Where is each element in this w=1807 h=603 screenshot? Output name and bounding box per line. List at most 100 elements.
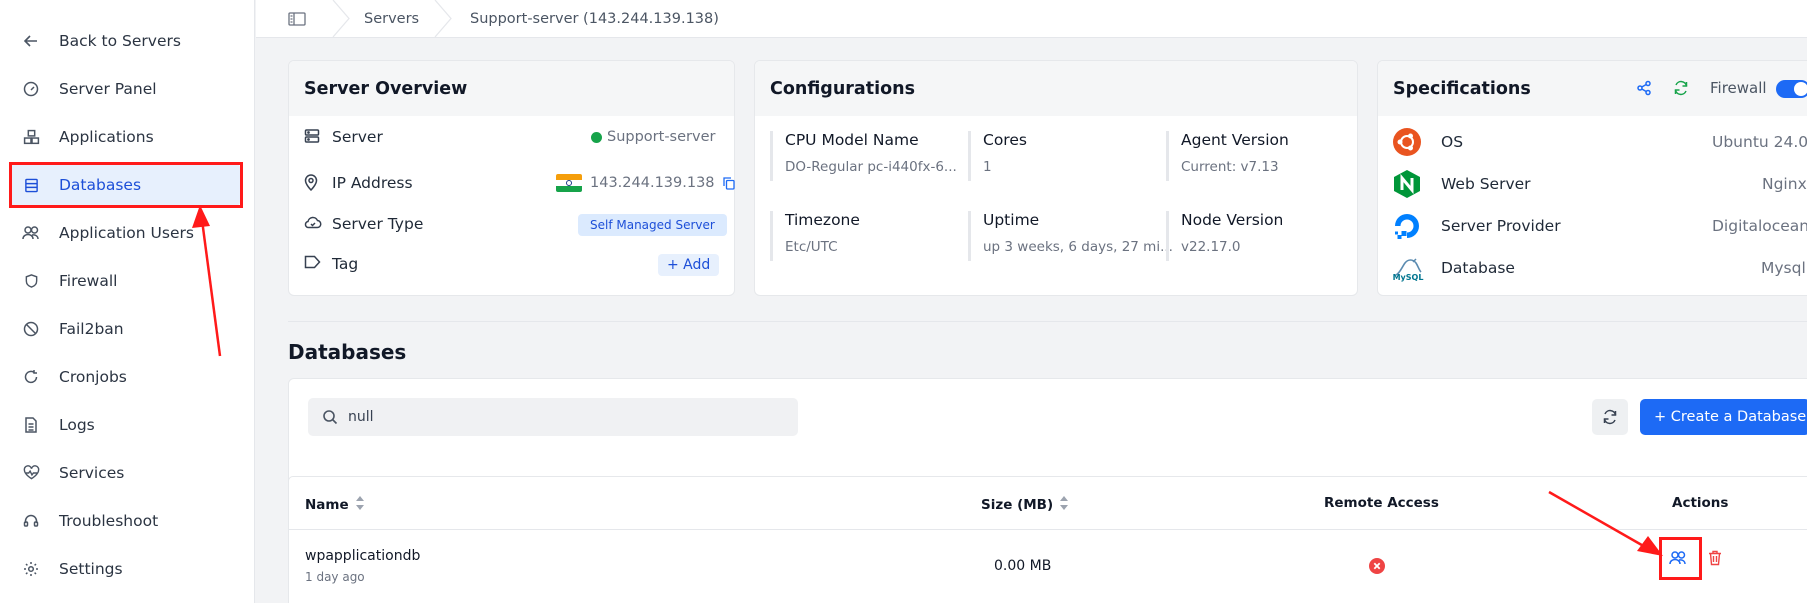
server-label: Server	[332, 128, 383, 146]
remote-access-disabled-icon	[1369, 558, 1385, 578]
sidebar-item-settings[interactable]: Settings	[10, 548, 240, 590]
timezone-config: Timezone Etc/UTC	[770, 211, 860, 261]
sidebar-item-server-panel[interactable]: Server Panel	[10, 68, 240, 110]
column-actions: Actions	[1672, 495, 1729, 511]
agent-label: Agent Version	[1181, 131, 1289, 149]
databases-title: Databases	[288, 340, 407, 364]
ubuntu-logo-icon	[1392, 127, 1422, 157]
cubes-icon	[22, 128, 40, 146]
headset-icon	[22, 512, 40, 530]
sidebar-item-label: Application Users	[59, 224, 194, 242]
ip-address: 143.244.139.138	[590, 175, 715, 191]
cores-value: 1	[983, 159, 992, 175]
uptime-config: Uptime up 3 weeks, 6 days, 27 mi...	[968, 211, 1173, 261]
cpu-value: DO-Regular pc-i440fx-6...	[785, 159, 957, 175]
card-title: Server Overview	[289, 61, 734, 116]
server-type-badge: Self Managed Server	[578, 214, 727, 236]
red-arrow	[1548, 490, 1663, 556]
sidebar-item-cronjobs[interactable]: Cronjobs	[10, 356, 240, 398]
database-icon	[22, 176, 40, 194]
file-icon	[22, 416, 40, 434]
uptime-label: Uptime	[983, 211, 1040, 229]
breadcrumb-servers[interactable]: Servers	[364, 0, 419, 37]
ip-row: IP Address	[304, 174, 413, 192]
sidebar-item-label: Fail2ban	[59, 320, 124, 338]
db-name: wpapplicationdb	[305, 548, 421, 564]
sidebar-item-label: Server Panel	[59, 80, 157, 98]
mysql-logo-text: MySQL	[1392, 272, 1424, 282]
cores-config: Cores 1	[968, 131, 1027, 181]
sidebar-item-label: Troubleshoot	[59, 512, 159, 530]
card-title: Configurations	[755, 61, 1357, 116]
os-label: OS	[1441, 133, 1464, 151]
breadcrumb-current: Support-server (143.244.139.138)	[470, 10, 719, 27]
sync-icon[interactable]	[1673, 80, 1689, 100]
copy-icon[interactable]	[722, 176, 735, 190]
db-created: 1 day ago	[305, 570, 365, 584]
column-name-label: Name	[305, 497, 349, 513]
server-icon	[304, 128, 322, 146]
server-row: Server	[304, 128, 383, 146]
refresh-icon	[1602, 409, 1618, 425]
sort-icon	[355, 495, 365, 515]
sidebar-item-services[interactable]: Services	[10, 452, 240, 494]
sidebar-item-label: Back to Servers	[59, 32, 181, 50]
server-type-label: Server Type	[332, 215, 424, 233]
sidebar-item-label: Services	[59, 464, 125, 482]
node-label: Node Version	[1181, 211, 1284, 229]
server-name: Support-server	[607, 129, 716, 145]
provider-label: Server Provider	[1441, 217, 1561, 235]
cpu-config: CPU Model Name DO-Regular pc-i440fx-6...	[770, 131, 957, 181]
add-tag-button[interactable]: + Add	[658, 254, 720, 276]
search-input[interactable]	[348, 409, 768, 425]
chevron-separator-icon	[434, 0, 452, 37]
node-config: Node Version v22.17.0	[1166, 211, 1283, 261]
column-remote-access: Remote Access	[1324, 495, 1439, 511]
tag-add: + Add	[658, 254, 720, 276]
sidebar-item-label: Databases	[59, 176, 142, 194]
cloud-icon	[304, 215, 322, 233]
agent-value: Current: v7.13	[1181, 159, 1279, 175]
web-server-value: Nginx	[1762, 175, 1807, 193]
red-arrow	[192, 205, 222, 357]
column-size[interactable]: Size (MB)	[981, 495, 1069, 515]
create-database-button[interactable]: + Create a Database	[1640, 399, 1807, 435]
section-divider	[288, 321, 1807, 322]
server-type-row: Server Type	[304, 215, 423, 233]
manage-users-button[interactable]	[1669, 550, 1687, 566]
sidebar-item-troubleshoot[interactable]: Troubleshoot	[10, 500, 240, 542]
sidebar-item-logs[interactable]: Logs	[10, 404, 240, 446]
column-size-label: Size (MB)	[981, 497, 1054, 513]
node-value: v22.17.0	[1181, 239, 1241, 255]
sidebar-item-label: Settings	[59, 560, 123, 578]
agent-config: Agent Version Current: v7.13	[1166, 131, 1289, 181]
database-label: Database	[1441, 259, 1515, 277]
sidebar-item-label: Firewall	[59, 272, 118, 290]
tag-label: Tag	[332, 255, 359, 273]
sidebar-toggle-icon[interactable]	[288, 0, 306, 37]
map-pin-icon	[304, 174, 322, 192]
tag-row: Tag	[304, 255, 358, 273]
uptime-value: up 3 weeks, 6 days, 27 mi...	[983, 239, 1173, 255]
trash-icon	[1708, 550, 1722, 566]
timezone-value: Etc/UTC	[785, 239, 838, 255]
tag-icon	[304, 255, 322, 273]
ip-value: 143.244.139.138	[556, 174, 735, 192]
firewall-toggle[interactable]	[1776, 80, 1807, 98]
search-icon	[322, 409, 338, 425]
share-icon[interactable]	[1636, 80, 1652, 100]
column-name[interactable]: Name	[305, 495, 365, 515]
sidebar-item-label: Logs	[59, 416, 95, 434]
web-server-label: Web Server	[1441, 175, 1531, 193]
india-flag-icon	[556, 174, 582, 192]
delete-database-button[interactable]	[1708, 550, 1722, 566]
firewall-toggle-label: Firewall	[1710, 79, 1767, 97]
ban-icon	[22, 320, 40, 338]
db-size: 0.00 MB	[994, 558, 1052, 574]
timezone-label: Timezone	[785, 211, 860, 229]
server-value[interactable]: Support-server	[591, 129, 715, 145]
refresh-button[interactable]	[1592, 399, 1628, 435]
sidebar-item-applications[interactable]: Applications	[10, 116, 240, 158]
sidebar-item-back-to-servers[interactable]: Back to Servers	[10, 20, 240, 62]
gauge-icon	[22, 80, 40, 98]
